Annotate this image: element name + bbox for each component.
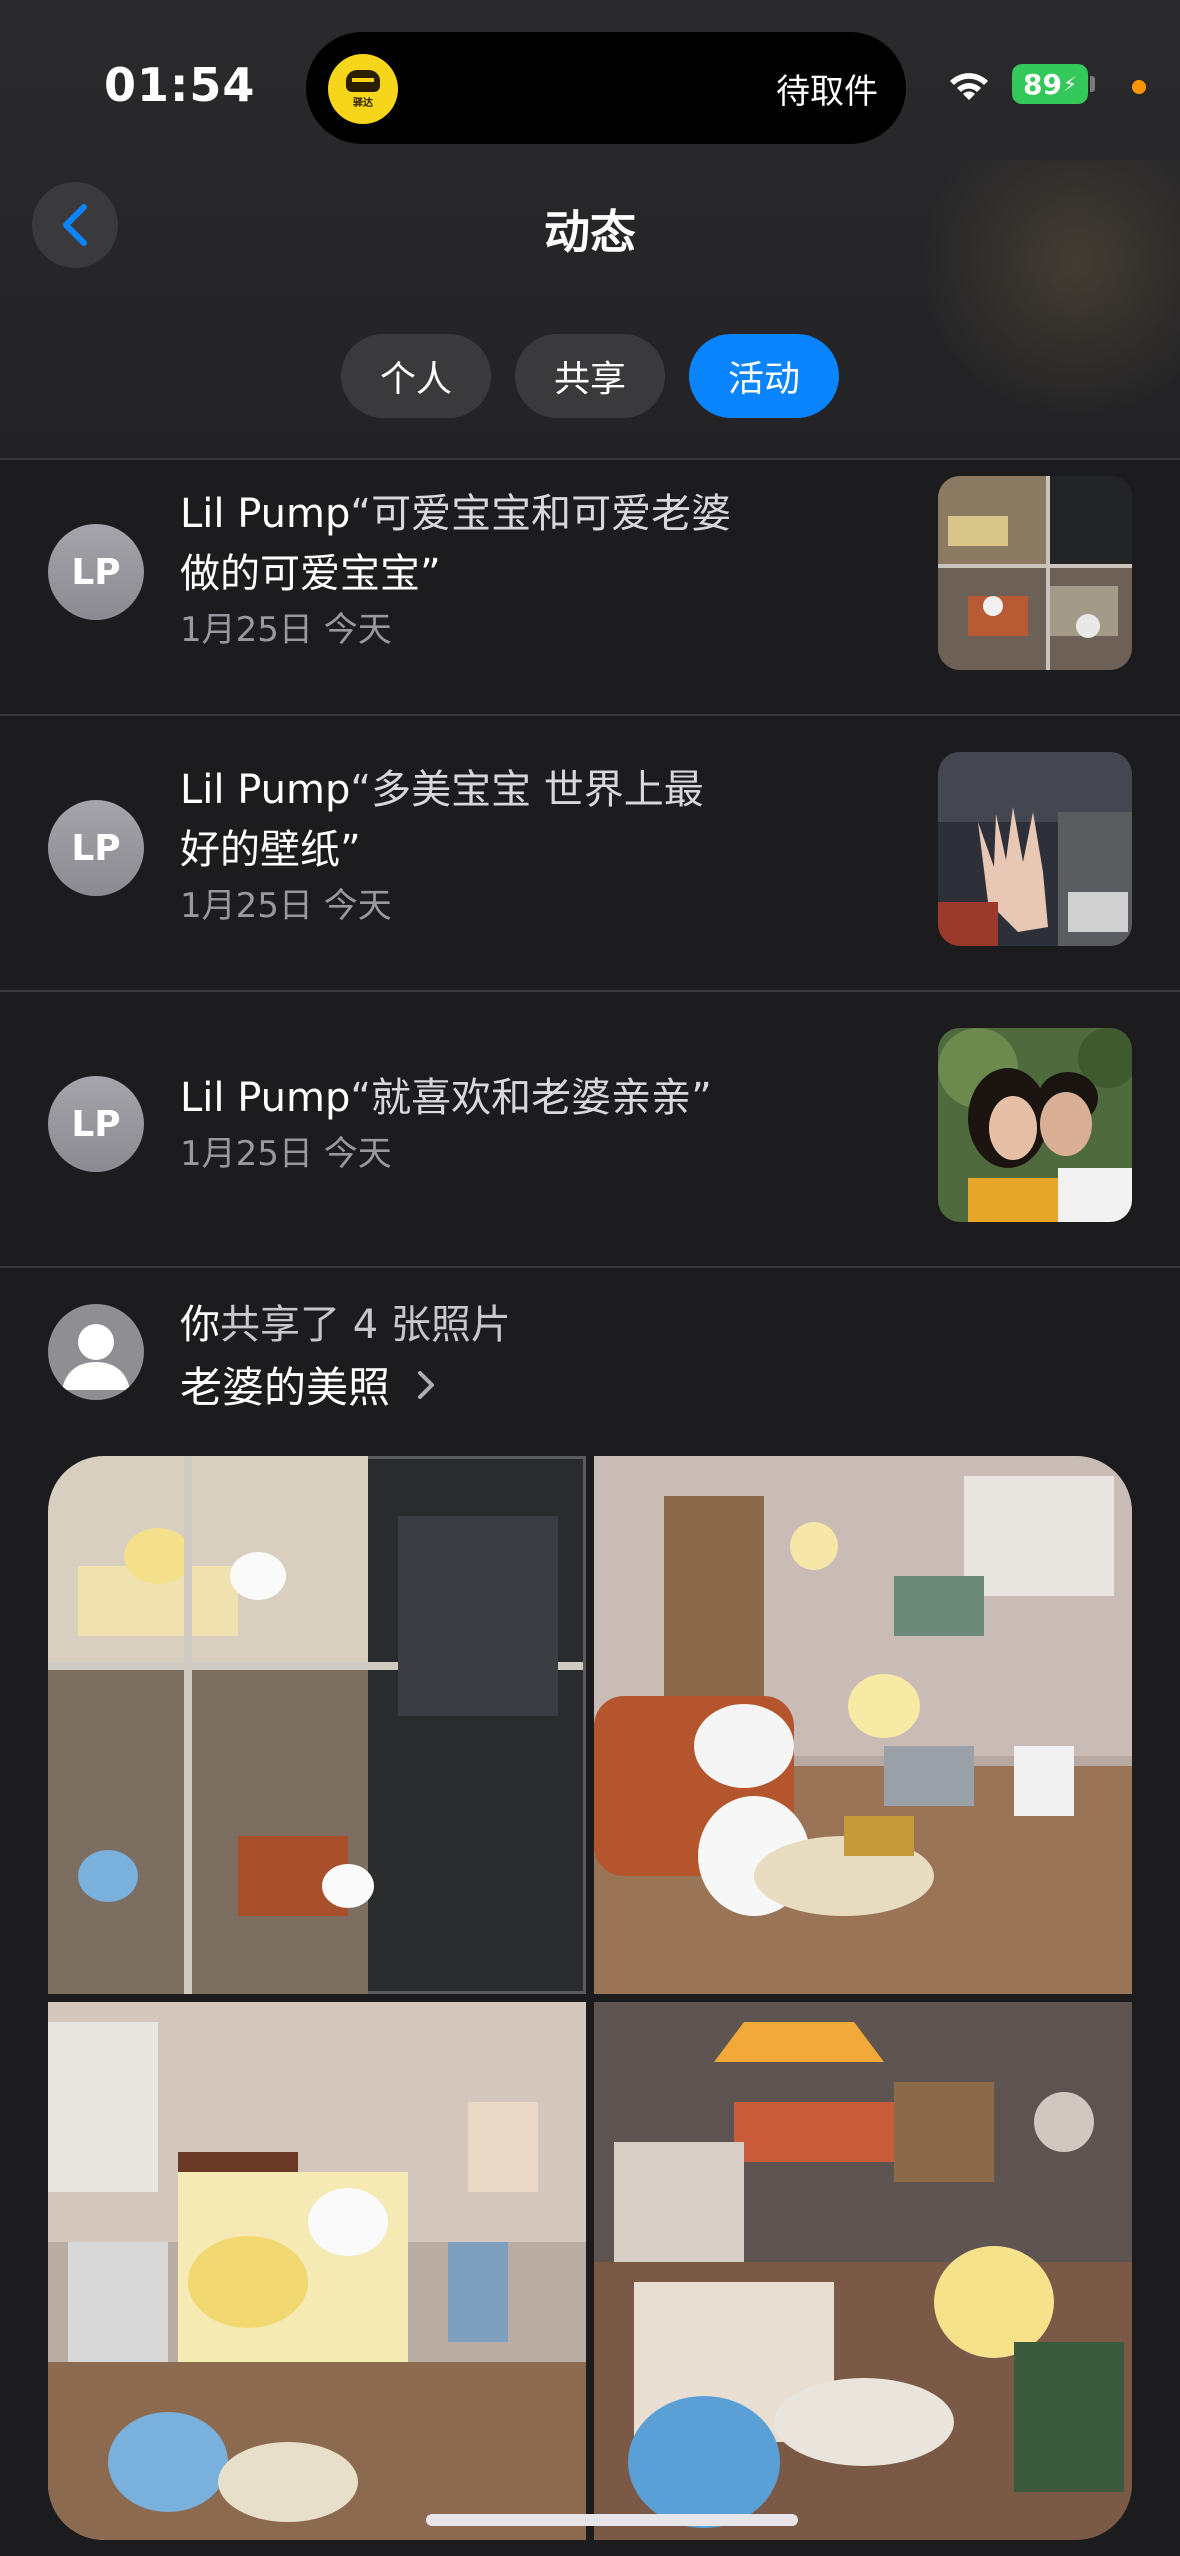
activity-item[interactable]: LP Lil Pump“可爱宝宝和可爱老婆 做的可爱宝宝” 1月25日 今天 — [0, 440, 1180, 716]
photo-tile[interactable] — [594, 2002, 1132, 2540]
photo-thumbnail[interactable] — [938, 752, 1132, 946]
tab-personal[interactable]: 个人 — [341, 334, 491, 418]
share-subject: 你 — [180, 1302, 220, 1348]
activity-date: 1月25日 今天 — [180, 610, 392, 650]
album-link[interactable]: 老婆的美照 — [180, 1354, 446, 1415]
activity-comment: “就喜欢和老婆亲亲” — [350, 1075, 712, 1121]
photo-thumbnail[interactable] — [938, 1028, 1132, 1222]
avatar: LP — [48, 800, 144, 896]
activity-comment: “多美宝宝 世界上最 — [350, 767, 704, 813]
activity-date: 1月25日 今天 — [180, 886, 392, 926]
avatar: LP — [48, 524, 144, 620]
battery-cap — [1090, 76, 1095, 92]
delivery-app-icon: 驿达 — [328, 54, 398, 124]
segmented-tabs: 个人 共享 活动 — [0, 334, 1180, 418]
photo-tile[interactable] — [48, 1456, 586, 1994]
page-title: 动态 — [544, 205, 636, 259]
share-action: 共享了 4 张照片 — [220, 1302, 511, 1348]
activity-item[interactable]: LP Lil Pump“多美宝宝 世界上最 好的壁纸” 1月25日 今天 — [0, 716, 1180, 992]
home-indicator[interactable] — [426, 2514, 798, 2526]
person-icon — [48, 1304, 144, 1400]
tab-activity[interactable]: 活动 — [689, 334, 839, 418]
activity-date: 1月25日 今天 — [180, 1134, 392, 1174]
shared-photo-grid — [48, 1456, 1132, 2540]
album-name: 老婆的美照 — [180, 1363, 391, 1412]
activity-comment-cont: 做的可爱宝宝” — [180, 551, 441, 597]
wifi-icon — [950, 73, 988, 100]
photo-tile[interactable] — [48, 2002, 586, 2540]
activity-user: Lil Pump — [180, 1075, 351, 1121]
privacy-indicator-dot — [1132, 80, 1146, 94]
activity-user: Lil Pump — [180, 767, 351, 813]
chevron-right-icon — [418, 1370, 435, 1399]
activity-item[interactable]: LP Lil Pump“就喜欢和老婆亲亲” 1月25日 今天 — [0, 992, 1180, 1268]
activity-user: Lil Pump — [180, 491, 351, 537]
status-time: 01:54 — [104, 58, 256, 112]
battery-indicator: 89 ⚡ — [1012, 64, 1088, 104]
photo-tile[interactable] — [594, 1456, 1132, 1994]
island-status-text: 待取件 — [776, 72, 878, 112]
photo-thumbnail[interactable] — [938, 476, 1132, 670]
activity-comment-cont: 好的壁纸” — [180, 827, 361, 873]
avatar: LP — [48, 1076, 144, 1172]
header: 01:54 驿达 待取件 89 ⚡ 动态 个人 共享 活动 — [0, 0, 1180, 460]
dynamic-island[interactable]: 驿达 待取件 — [306, 32, 906, 144]
activity-comment: “可爱宝宝和可爱老婆 — [350, 491, 732, 537]
tab-shared[interactable]: 共享 — [515, 334, 665, 418]
